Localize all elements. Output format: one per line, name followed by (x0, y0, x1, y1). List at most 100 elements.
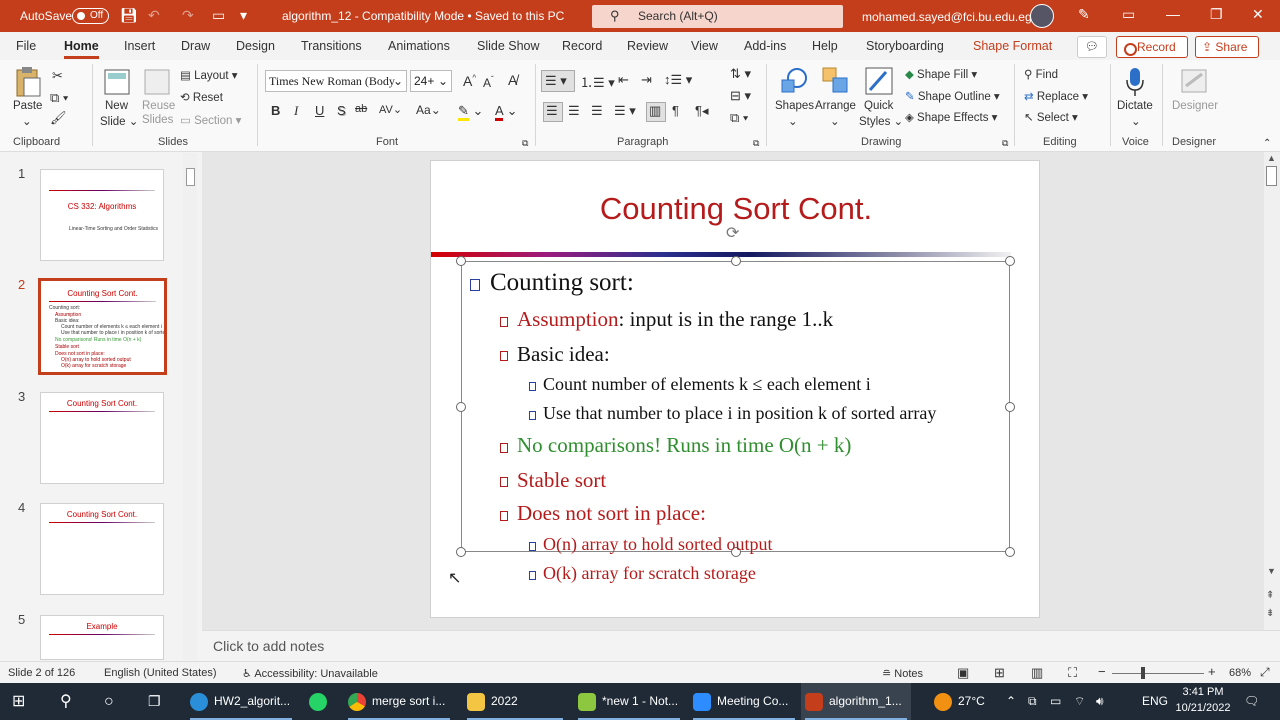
canvas-scrollbar[interactable] (1264, 152, 1280, 630)
slide-thumbnail-1[interactable]: CS 332: Algorithms Linear-Time Sorting a… (40, 169, 164, 261)
text-direction-button[interactable]: ⇅ ▾ (730, 66, 751, 82)
user-email[interactable]: mohamed.sayed@fci.bu.edu.eg (862, 10, 1032, 24)
record-button[interactable]: Record (1116, 36, 1188, 58)
share-button[interactable]: ⇪ Share (1195, 36, 1259, 58)
dictate-dropdown-icon[interactable]: ⌄ (1131, 114, 1141, 128)
font-dialog-launcher-icon[interactable]: ⧉ (522, 138, 528, 149)
resize-handle[interactable] (456, 256, 466, 266)
next-slide-icon[interactable]: ⇟ (1266, 608, 1274, 619)
bullets-button[interactable]: ☰ ▾ (541, 70, 575, 92)
close-icon[interactable]: ✕ (1252, 6, 1264, 23)
ltr-button[interactable]: ¶ (672, 103, 679, 118)
shapes-button[interactable]: Shapes (775, 100, 814, 112)
tab-storyboarding[interactable]: Storyboarding (866, 39, 944, 53)
zoom-in-icon[interactable]: + (1208, 664, 1216, 679)
battery-icon[interactable]: ▭ (1050, 683, 1061, 720)
zoom-slider-thumb[interactable] (1141, 667, 1145, 679)
minimize-icon[interactable]: — (1166, 6, 1180, 22)
tab-home[interactable]: Home (64, 39, 99, 59)
slide[interactable]: Counting Sort Cont. ⟳ Counting sort: Ass… (430, 160, 1040, 618)
tab-transitions[interactable]: Transitions (301, 39, 362, 53)
normal-view-icon[interactable]: ▣ (957, 665, 969, 681)
line-spacing-button[interactable]: ↕☰ ▾ (664, 72, 692, 88)
clear-formatting-icon[interactable]: A̸ (508, 72, 517, 88)
highlight-color-button[interactable]: ✎ ⌄ (458, 103, 483, 121)
redo-icon[interactable]: ↷ (182, 7, 194, 24)
accessibility-status[interactable]: ♿︎ Accessibility: Unavailable (242, 667, 378, 680)
shadow-button[interactable]: S (337, 103, 346, 118)
section-button[interactable]: ▭ Section ▾ (180, 113, 241, 127)
collapse-ribbon-icon[interactable]: ⌃ (1263, 138, 1271, 149)
shape-outline-button[interactable]: ✎ Shape Outline ▾ (905, 89, 1000, 103)
taskbar-item-zoom[interactable]: Meeting Co... (689, 683, 799, 720)
reading-view-icon[interactable]: ▥ (1031, 665, 1043, 681)
font-size-select[interactable]: 24+ ⌄ (410, 70, 452, 92)
underline-button[interactable]: U (315, 103, 324, 118)
avatar[interactable] (1030, 4, 1054, 28)
notes-button[interactable]: ≘ Notes (882, 667, 923, 680)
slide-thumbnail-4[interactable]: Counting Sort Cont. (40, 503, 164, 595)
rtl-button[interactable]: ¶◂ (695, 103, 709, 119)
italic-button[interactable]: I (294, 103, 298, 119)
quick-styles-button[interactable]: Styles ⌄ (859, 114, 903, 128)
font-color-button[interactable]: A ⌄ (495, 103, 517, 121)
cut-icon[interactable]: ✂ (52, 68, 63, 84)
dictate-button[interactable]: Dictate (1117, 100, 1153, 112)
tab-insert[interactable]: Insert (124, 39, 155, 53)
align-text-button[interactable]: ⊟ ▾ (730, 88, 751, 104)
taskbar-item-chrome[interactable]: merge sort i... (344, 683, 454, 720)
tab-animations[interactable]: Animations (388, 39, 450, 53)
taskbar-search-icon[interactable]: ⚲ (60, 683, 72, 720)
scroll-down-icon[interactable]: ▼ (1267, 566, 1276, 576)
taskbar-item-edge[interactable]: HW2_algorit... (186, 683, 296, 720)
replace-button[interactable]: ⇄ Replace ▾ (1024, 89, 1088, 103)
layout-button[interactable]: ▤ Layout ▾ (180, 68, 238, 82)
network-icon[interactable]: ⌔ (1074, 683, 1085, 720)
reset-button[interactable]: ⟲ Reset (180, 90, 223, 104)
windows-start-icon[interactable]: ⊞ (12, 683, 25, 720)
autosave-toggle[interactable]: Off (72, 8, 109, 24)
save-icon[interactable]: 💾︎ (120, 7, 138, 24)
resize-handle[interactable] (731, 256, 741, 266)
taskbar-item-powerpoint[interactable]: algorithm_1... (801, 683, 911, 720)
paragraph-dialog-launcher-icon[interactable]: ⧉ (753, 138, 759, 149)
thumbnails-scrollbar[interactable] (183, 153, 197, 660)
tab-help[interactable]: Help (812, 39, 838, 53)
notes-pane[interactable]: Click to add notes (202, 630, 1280, 660)
tab-shape-format[interactable]: Shape Format (973, 39, 1052, 53)
paste-dropdown-icon[interactable]: ⌄ (22, 114, 32, 128)
zoom-out-icon[interactable]: − (1098, 664, 1106, 679)
tab-add-ins[interactable]: Add-ins (744, 39, 786, 53)
document-title[interactable]: algorithm_12 - Compatibility Mode • Save… (282, 9, 564, 23)
taskbar-item-notepadpp[interactable]: *new 1 - Not... (574, 683, 684, 720)
comments-button[interactable]: 💬︎ (1077, 36, 1107, 58)
resize-handle[interactable] (1005, 402, 1015, 412)
smartart-button[interactable]: ⧉ ▾ (730, 110, 748, 126)
cortana-icon[interactable]: ○ (104, 683, 114, 720)
columns-button[interactable]: ▥ (646, 102, 666, 122)
char-spacing-button[interactable]: AV⌄ (379, 103, 402, 116)
font-name-select[interactable]: Times New Roman (Body ⌄ (265, 70, 407, 92)
shapes-dropdown-icon[interactable]: ⌄ (788, 114, 798, 128)
bold-button[interactable]: B (271, 103, 280, 118)
arrange-dropdown-icon[interactable]: ⌄ (830, 114, 840, 128)
align-right-button[interactable]: ☰ (591, 103, 603, 119)
slide-thumbnail-3[interactable]: Counting Sort Cont. (40, 392, 164, 484)
justify-button[interactable]: ☰ ▾ (614, 103, 636, 119)
find-button[interactable]: ⚲ Find (1024, 67, 1058, 81)
taskbar-item-whatsapp[interactable] (305, 683, 333, 720)
tab-view[interactable]: View (691, 39, 718, 53)
tab-draw[interactable]: Draw (181, 39, 210, 53)
new-slide-button[interactable]: Slide ⌄ (100, 114, 138, 128)
weather-widget[interactable]: 27°C (934, 683, 985, 720)
numbering-button[interactable]: ⒈☰ ▾ (580, 72, 615, 91)
slide-title[interactable]: Counting Sort Cont. (431, 191, 1041, 227)
volume-icon[interactable]: 🔊︎ (1096, 683, 1104, 720)
show-hidden-icons-icon[interactable]: ⌃ (1006, 683, 1016, 720)
format-painter-icon[interactable]: 🖌︎ (50, 110, 67, 126)
tab-review[interactable]: Review (627, 39, 668, 53)
slideshow-view-icon[interactable]: ⛶ (1068, 665, 1077, 681)
paste-button[interactable]: Paste (13, 100, 42, 112)
shape-fill-button[interactable]: ◆ Shape Fill ▾ (905, 67, 977, 81)
tab-record[interactable]: Record (562, 39, 602, 53)
